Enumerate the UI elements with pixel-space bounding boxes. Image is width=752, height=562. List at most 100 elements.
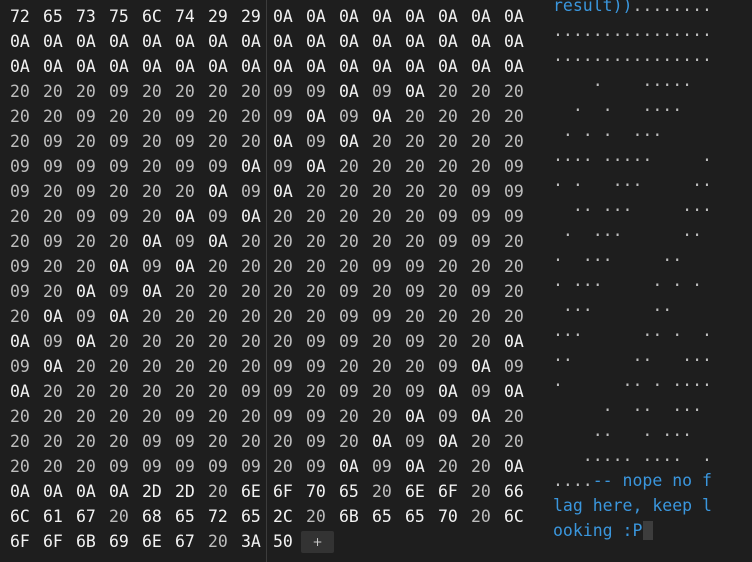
hex-byte[interactable]: 0A [273, 179, 299, 204]
decoded-text-row[interactable]: .. ... ... [553, 193, 752, 218]
decoded-text-row[interactable]: . .. . .... [553, 368, 752, 393]
hex-byte[interactable]: 6F [10, 529, 36, 554]
hex-byte[interactable]: 09 [273, 404, 299, 429]
hex-byte[interactable]: 20 [241, 279, 267, 304]
hex-byte[interactable]: 0A [142, 54, 168, 79]
hex-byte[interactable]: 09 [339, 304, 365, 329]
decoded-text-row[interactable]: ... .. [553, 293, 752, 318]
hex-byte[interactable]: 0A [471, 54, 497, 79]
decoded-text-row[interactable]: . . .... [553, 93, 752, 118]
hex-byte[interactable]: 20 [109, 179, 135, 204]
hex-byte[interactable]: 65 [175, 504, 201, 529]
hex-byte[interactable]: 29 [241, 4, 267, 29]
hex-byte[interactable]: 09 [10, 154, 36, 179]
hex-byte[interactable]: 0A [175, 254, 201, 279]
hex-byte[interactable]: 20 [241, 254, 267, 279]
hex-byte[interactable]: 09 [273, 154, 299, 179]
hex-byte[interactable]: 0A [438, 4, 464, 29]
hex-byte[interactable]: 20 [438, 329, 464, 354]
hex-byte[interactable]: 20 [142, 79, 168, 104]
hex-byte[interactable]: 74 [175, 4, 201, 29]
hex-byte[interactable]: 09 [43, 329, 69, 354]
hex-byte[interactable]: 20 [471, 104, 497, 129]
hex-byte[interactable]: 0A [339, 29, 365, 54]
hex-byte[interactable]: 09 [504, 154, 530, 179]
hex-byte[interactable]: 20 [76, 404, 102, 429]
hex-byte[interactable]: 0A [109, 479, 135, 504]
hex-byte[interactable]: 20 [339, 179, 365, 204]
hex-byte[interactable]: 09 [273, 79, 299, 104]
hex-byte[interactable]: 20 [76, 429, 102, 454]
hex-byte[interactable]: 65 [405, 504, 431, 529]
hex-byte[interactable]: 20 [142, 104, 168, 129]
hex-byte[interactable]: 0A [241, 54, 267, 79]
hex-byte[interactable]: 09 [405, 279, 431, 304]
hex-byte[interactable]: 20 [471, 329, 497, 354]
hex-byte[interactable]: 50 [273, 529, 299, 554]
hex-byte[interactable]: 0A [76, 29, 102, 54]
hex-byte[interactable]: 20 [175, 179, 201, 204]
hex-byte[interactable]: 09 [208, 154, 234, 179]
hex-byte[interactable]: 20 [76, 129, 102, 154]
hex-byte[interactable]: 0A [109, 254, 135, 279]
hex-byte[interactable]: 20 [76, 79, 102, 104]
hex-byte[interactable]: 0A [471, 404, 497, 429]
hex-byte[interactable]: 20 [504, 104, 530, 129]
hex-byte[interactable]: 20 [273, 254, 299, 279]
hex-byte[interactable]: 65 [43, 4, 69, 29]
hex-byte[interactable]: 09 [109, 129, 135, 154]
hex-byte[interactable]: 20 [306, 379, 332, 404]
hex-byte[interactable]: 09 [175, 454, 201, 479]
hex-byte[interactable]: 67 [175, 529, 201, 554]
hex-byte[interactable]: 0A [43, 29, 69, 54]
hex-byte[interactable]: 20 [241, 329, 267, 354]
decoded-text-row[interactable]: . ..... [553, 68, 752, 93]
hex-byte[interactable]: 20 [405, 179, 431, 204]
hex-byte[interactable]: 09 [405, 429, 431, 454]
hex-byte[interactable]: 09 [273, 379, 299, 404]
hex-byte[interactable]: 20 [43, 79, 69, 104]
hex-byte[interactable]: 20 [142, 154, 168, 179]
hex-byte[interactable]: 09 [76, 179, 102, 204]
decoded-text-row[interactable]: ................ [553, 18, 752, 43]
hex-byte[interactable]: 20 [471, 429, 497, 454]
hex-byte[interactable]: 0A [339, 4, 365, 29]
hex-byte[interactable]: 20 [438, 79, 464, 104]
hex-byte[interactable]: 09 [142, 429, 168, 454]
hex-byte[interactable]: 0A [273, 4, 299, 29]
hex-byte[interactable]: 0A [372, 54, 398, 79]
hex-byte[interactable]: 0A [241, 29, 267, 54]
hex-byte[interactable]: 0A [76, 54, 102, 79]
decoded-text-row[interactable]: lag here, keep l [553, 493, 752, 518]
hex-byte[interactable]: 20 [241, 229, 267, 254]
hex-byte[interactable]: 20 [273, 229, 299, 254]
hex-byte[interactable]: 20 [208, 529, 234, 554]
decoded-text-row[interactable]: . ... .. [553, 243, 752, 268]
hex-byte[interactable]: 20 [306, 254, 332, 279]
hex-byte[interactable]: 0A [10, 379, 36, 404]
decoded-text-row[interactable]: . . ... .. [553, 168, 752, 193]
hex-byte[interactable]: 69 [109, 529, 135, 554]
hex-byte[interactable]: 09 [273, 354, 299, 379]
hex-byte[interactable]: 20 [504, 229, 530, 254]
hex-byte[interactable]: 6F [43, 529, 69, 554]
hex-byte[interactable]: 09 [109, 454, 135, 479]
hex-byte[interactable]: 20 [208, 104, 234, 129]
hex-byte[interactable]: 20 [175, 329, 201, 354]
hex-byte[interactable]: 73 [76, 4, 102, 29]
hex-byte[interactable]: 6C [10, 504, 36, 529]
hex-byte[interactable]: 0A [142, 29, 168, 54]
decoded-text-row[interactable]: ....-- nope no f [553, 468, 752, 493]
decoded-text-row[interactable]: .. . ... [553, 418, 752, 443]
hex-byte[interactable]: 09 [471, 204, 497, 229]
hex-byte[interactable]: 66 [504, 479, 530, 504]
hex-byte[interactable]: 20 [208, 404, 234, 429]
hex-byte[interactable]: 20 [208, 354, 234, 379]
hex-byte[interactable]: 0A [142, 229, 168, 254]
hex-byte[interactable]: 72 [208, 504, 234, 529]
hex-byte[interactable]: 20 [175, 379, 201, 404]
hex-byte[interactable]: 20 [504, 79, 530, 104]
hex-byte[interactable]: 20 [306, 179, 332, 204]
hex-byte[interactable]: 20 [504, 404, 530, 429]
hex-byte[interactable]: 09 [372, 304, 398, 329]
